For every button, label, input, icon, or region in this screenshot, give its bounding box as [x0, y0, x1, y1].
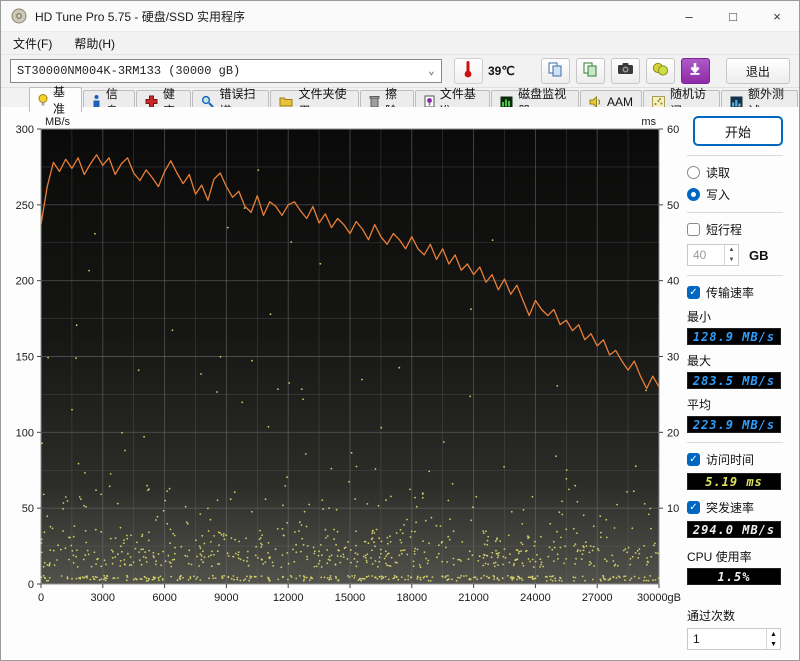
exit-button[interactable]: 退出 — [725, 58, 790, 84]
svg-text:250: 250 — [16, 200, 34, 212]
bulb-icon — [38, 93, 48, 107]
transfer-rate-checkbox-icon: ✓ — [687, 286, 700, 299]
drive-selector-value: ST30000NM004K-3RM133 (30000 gB) — [17, 64, 241, 78]
transfer-rate-checkbox[interactable]: ✓ 传输速率 — [687, 284, 793, 301]
minimize-button[interactable]: – — [667, 1, 711, 31]
svg-text:15000: 15000 — [335, 592, 366, 604]
divider — [687, 212, 783, 213]
svg-text:150: 150 — [16, 352, 34, 364]
random-access-icon — [651, 95, 665, 108]
copy-image-icon — [582, 61, 598, 82]
camera-icon — [617, 62, 634, 80]
burst-rate-checkbox[interactable]: ✓ 突发速率 — [687, 499, 793, 516]
divider — [687, 155, 783, 156]
radio-read-icon — [687, 166, 700, 179]
menu-help[interactable]: 帮助(H) — [74, 35, 115, 52]
disk-monitor-icon — [500, 96, 513, 108]
window-title: HD Tune Pro 5.75 - 硬盘/SSD 实用程序 — [35, 9, 246, 24]
svg-text:0: 0 — [38, 592, 44, 604]
svg-text:30000gB: 30000gB — [637, 592, 681, 604]
download-update-button[interactable] — [680, 58, 710, 84]
burst-rate-value: 294.0 MB/s — [687, 521, 781, 538]
svg-text:20: 20 — [667, 427, 679, 439]
menu-bar: 文件(F) 帮助(H) — [1, 32, 799, 55]
access-time-checkbox-icon: ✓ — [687, 453, 700, 466]
drive-selector[interactable]: ST30000NM004K-3RM133 (30000 gB) ⌄ — [10, 59, 442, 83]
svg-text:200: 200 — [16, 276, 34, 288]
app-window: HD Tune Pro 5.75 - 硬盘/SSD 实用程序 – □ × 文件(… — [0, 0, 800, 661]
min-value: 128.9 MB/s — [687, 328, 781, 345]
speaker-icon — [589, 95, 602, 108]
burst-rate-checkbox-icon: ✓ — [687, 501, 700, 514]
tab-benchmark[interactable]: 基准 — [29, 85, 82, 116]
svg-text:6000: 6000 — [152, 592, 176, 604]
copy-text-icon — [547, 61, 563, 82]
benchmark-chart: 0 50 100 150 200 250 300 10 20 30 40 50 60 0 3000 6000 9… — [3, 114, 703, 624]
chevron-down-icon: ⌄ — [428, 66, 435, 78]
pass-count-input[interactable]: 1 ▲ ▼ — [687, 628, 781, 650]
start-button[interactable]: 开始 — [693, 116, 783, 146]
svg-text:3000: 3000 — [91, 592, 115, 604]
cpu-usage-label: CPU 使用率 — [687, 550, 752, 564]
svg-text:MB/s: MB/s — [45, 116, 71, 128]
temperature-value: 39℃ — [487, 64, 515, 78]
svg-text:27000: 27000 — [582, 592, 613, 604]
svg-text:21000: 21000 — [458, 592, 489, 604]
min-label: 最小 — [687, 310, 712, 324]
svg-text:300: 300 — [16, 124, 34, 136]
title-bar: HD Tune Pro 5.75 - 硬盘/SSD 实用程序 – □ × — [1, 1, 799, 32]
thermometer-icon — [463, 60, 473, 83]
download-arrow-icon — [688, 62, 702, 81]
access-time-value: 5.19 ms — [687, 473, 781, 490]
gb-unit-label: GB — [749, 247, 769, 263]
svg-text:50: 50 — [22, 503, 34, 515]
svg-text:0: 0 — [28, 579, 34, 591]
svg-text:24000: 24000 — [520, 592, 551, 604]
svg-text:12000: 12000 — [273, 592, 304, 604]
short-stroke-spinner[interactable]: ▲ ▼ — [724, 245, 738, 265]
svg-text:60: 60 — [667, 124, 679, 136]
pass-count-spinner[interactable]: ▲ ▼ — [766, 629, 780, 649]
avg-label: 平均 — [687, 398, 712, 412]
max-label: 最大 — [687, 354, 712, 368]
radio-read[interactable]: 读取 — [687, 164, 793, 181]
temperature-button[interactable] — [453, 58, 483, 84]
extra-tests-icon — [730, 96, 743, 108]
screenshot-button[interactable] — [610, 58, 640, 84]
control-panel: 开始 读取 写入 短行程 40 ▲ ▼ GB ✓ 传输速率 最小 128.9 M… — [687, 114, 793, 660]
folder-icon — [279, 96, 293, 107]
close-button[interactable]: × — [755, 1, 799, 31]
access-time-checkbox[interactable]: ✓ 访问时间 — [687, 451, 793, 468]
pass-count-label: 通过次数 — [687, 609, 736, 623]
divider — [687, 442, 783, 443]
toolbar: ST30000NM004K-3RM133 (30000 gB) ⌄ 39℃ 退出 — [1, 55, 799, 88]
avg-value: 223.9 MB/s — [687, 416, 781, 433]
short-stroke-checkbox-icon — [687, 223, 700, 236]
chart-svg: 0 50 100 150 200 250 300 10 20 30 40 50 60 0 3000 6000 9… — [16, 116, 681, 604]
coins-icon — [652, 62, 669, 81]
app-icon — [11, 8, 27, 24]
svg-text:50: 50 — [667, 200, 679, 212]
svg-text:18000: 18000 — [397, 592, 428, 604]
divider — [687, 275, 783, 276]
svg-text:100: 100 — [16, 427, 34, 439]
radio-write[interactable]: 写入 — [687, 186, 793, 203]
maximize-button[interactable]: □ — [711, 1, 755, 31]
svg-text:40: 40 — [667, 276, 679, 288]
short-stroke-checkbox[interactable]: 短行程 — [687, 221, 793, 238]
copy-text-button[interactable] — [540, 58, 570, 84]
cpu-usage-value: 1.5% — [687, 568, 781, 585]
save-results-button[interactable] — [645, 58, 675, 84]
copy-image-button[interactable] — [575, 58, 605, 84]
svg-text:9000: 9000 — [214, 592, 238, 604]
short-stroke-size-input[interactable]: 40 ▲ ▼ — [687, 244, 739, 266]
max-value: 283.5 MB/s — [687, 372, 781, 389]
radio-write-icon — [687, 188, 700, 201]
benchmark-panel: 0 50 100 150 200 250 300 10 20 30 40 50 60 0 3000 6000 9… — [1, 107, 799, 660]
svg-text:10: 10 — [667, 503, 679, 515]
svg-text:30: 30 — [667, 352, 679, 364]
svg-text:ms: ms — [641, 116, 656, 128]
menu-file[interactable]: 文件(F) — [13, 35, 52, 52]
